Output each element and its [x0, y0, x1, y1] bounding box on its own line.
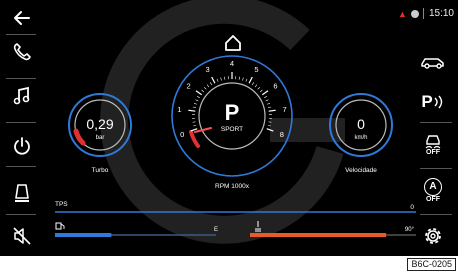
- rpm-tick: [238, 76, 240, 80]
- drive-mode: SPORT: [221, 126, 243, 133]
- rpm-tick: [195, 90, 203, 96]
- dashboard: 0,29 bar Turbo 0 1 2 3 4 5 6 7 8 P SPORT RPM 100…: [55, 0, 416, 244]
- temperature-value: 90°: [405, 227, 415, 233]
- rpm-scale-label: 4: [230, 59, 234, 68]
- speed-unit: km/h: [354, 135, 367, 141]
- rpm-label: RPM 1000x: [215, 183, 250, 190]
- rpm-tick: [193, 124, 197, 127]
- rpm-tick: [264, 96, 267, 99]
- turbo-label: Turbo: [92, 167, 109, 174]
- rpm-scale-label: 8: [280, 130, 284, 139]
- rpm-tick: [195, 99, 199, 102]
- rpm-tick: [211, 76, 216, 84]
- rpm-tick: [203, 87, 207, 90]
- rpm-tick: [261, 90, 269, 96]
- rpm-scale-label: 0: [180, 130, 184, 139]
- rpm-tick: [259, 89, 263, 93]
- fuel-fill: [55, 233, 112, 237]
- temperature-fill: [250, 233, 387, 237]
- fuel-pump-icon: [55, 222, 65, 230]
- turbo-unit: bar: [96, 135, 105, 141]
- rpm-tick: [268, 109, 276, 112]
- turbo-pressure-arc: [73, 128, 86, 146]
- rpm-tick: [209, 82, 213, 86]
- rpm-scale-label: 7: [282, 105, 286, 114]
- tps-label: TPS: [55, 201, 68, 208]
- speed-label: Velocidade: [345, 167, 377, 174]
- home-button[interactable]: [225, 35, 241, 51]
- rpm-tick: [266, 103, 271, 105]
- home-icon: [225, 35, 241, 51]
- rpm-tick: [220, 77, 222, 81]
- rpm-tick: [201, 89, 205, 93]
- speed-value: 0: [357, 116, 365, 132]
- rpm-scale-label: 5: [254, 65, 258, 74]
- tps-value: 0: [410, 204, 414, 211]
- rpm-tick: [224, 76, 226, 80]
- fuel-empty-mark: E: [214, 227, 218, 233]
- rpm-tick: [245, 78, 248, 82]
- rpm-tick: [193, 103, 198, 105]
- rpm-tick: [242, 77, 244, 81]
- rpm-scale-label: 6: [273, 82, 277, 91]
- rpm-tick: [251, 82, 255, 86]
- turbo-value: 0,29: [86, 116, 113, 132]
- rpm-tick: [248, 76, 253, 84]
- rpm-tick: [192, 106, 197, 108]
- document-id-label: B6C-0205: [407, 258, 456, 271]
- rpm-tick: [216, 78, 219, 82]
- rpm-redline-arc: [189, 130, 200, 148]
- gear-indicator: P: [225, 100, 240, 125]
- rpm-scale-label: 1: [177, 105, 181, 114]
- rpm-tick: [257, 87, 261, 90]
- rpm-scale-label: 3: [205, 65, 209, 74]
- rpm-scale-label: 2: [186, 82, 190, 91]
- rpm-tick: [197, 96, 200, 99]
- tps-bar: TPS 0: [55, 201, 416, 213]
- rpm-tick: [265, 99, 269, 102]
- rpm-tick: [254, 84, 258, 88]
- app-screen: ▲ 15:10 P OFF A OFF 0,29 bar Turbo 0 1 2…: [0, 0, 458, 256]
- rpm-tick: [206, 84, 210, 88]
- rpm-tick: [188, 109, 196, 112]
- rpm-tick: [267, 106, 272, 108]
